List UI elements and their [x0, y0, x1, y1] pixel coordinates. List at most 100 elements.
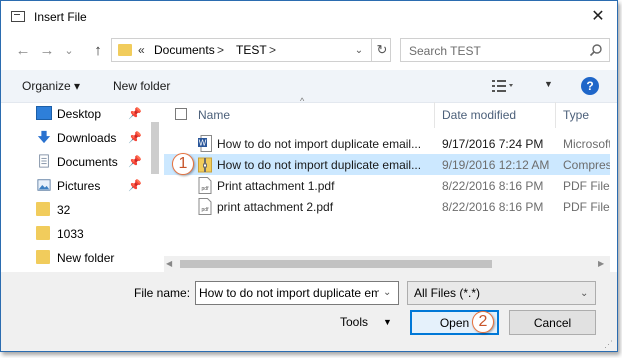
sidebar-item-downloads[interactable]: Downloads 📌: [36, 128, 146, 148]
file-type-filter-value: All Files (*.*): [414, 286, 481, 300]
sidebar-item-documents[interactable]: Documents 📌: [36, 152, 146, 172]
pictures-icon: [37, 179, 51, 191]
address-bar[interactable]: « Documents > TEST > ⌄ ↻: [111, 38, 391, 62]
command-bar: Organize ▾ New folder ▼ ?: [1, 70, 617, 103]
file-type: Compress: [563, 158, 610, 172]
pin-icon: 📌: [128, 108, 142, 120]
file-type: Microsoft: [563, 137, 610, 151]
word-doc-icon: W: [198, 135, 212, 152]
breadcrumb-separator-icon[interactable]: >: [269, 43, 276, 57]
window-title: Insert File: [34, 10, 87, 24]
file-name: How to do not import duplicate email...: [217, 158, 422, 172]
step-callout-2: 2: [472, 311, 494, 333]
close-button[interactable]: ✕: [583, 4, 613, 28]
file-row[interactable]: pdf Print attachment 1.pdf 8/22/2016 8:1…: [164, 175, 610, 196]
file-date: 9/17/2016 7:24 PM: [442, 137, 544, 151]
close-icon: ✕: [591, 8, 605, 25]
organize-button[interactable]: Organize ▾: [22, 79, 80, 93]
tools-dropdown-icon[interactable]: ▼: [383, 317, 392, 327]
back-button[interactable]: ←: [14, 40, 32, 60]
step-callout-1: 1: [172, 153, 194, 175]
sidebar-scrollbar[interactable]: [151, 122, 159, 174]
file-date: 8/22/2016 8:16 PM: [442, 200, 544, 214]
title-bar: Insert File ✕: [1, 1, 617, 32]
column-divider[interactable]: [434, 102, 435, 128]
sidebar-item-label: Desktop: [57, 107, 102, 121]
file-row[interactable]: pdf print attachment 2.pdf 8/22/2016 8:1…: [164, 196, 610, 217]
pin-icon: 📌: [128, 132, 142, 144]
file-name-label: File name:: [134, 286, 191, 300]
scroll-right-icon[interactable]: ▶: [598, 259, 604, 268]
file-date: 8/22/2016 8:16 PM: [442, 179, 544, 193]
sidebar-item-32[interactable]: 32: [36, 200, 146, 220]
breadcrumb-overflow-icon[interactable]: «: [138, 43, 145, 57]
sidebar-item-1033[interactable]: 1033: [36, 224, 146, 244]
refresh-icon[interactable]: ↻: [371, 39, 392, 61]
file-date: 9/19/2016 12:12 AM: [442, 158, 550, 172]
file-row-selected[interactable]: How to do not import duplicate email... …: [164, 154, 610, 175]
new-folder-button[interactable]: New folder: [113, 79, 170, 93]
svg-text:pdf: pdf: [202, 186, 210, 192]
select-all-checkbox[interactable]: [175, 108, 187, 120]
chevron-down-icon: ⌄: [64, 44, 74, 57]
cancel-button[interactable]: Cancel: [509, 310, 596, 335]
column-divider[interactable]: [555, 102, 556, 128]
search-icon: [589, 44, 602, 57]
horizontal-scrollbar[interactable]: ◀ ▶: [164, 256, 610, 272]
sidebar-item-label: Documents: [57, 155, 118, 169]
forward-arrow-icon: →: [39, 41, 55, 59]
folder-icon: [36, 226, 50, 240]
pdf-icon: pdf: [198, 198, 212, 215]
chevron-down-icon[interactable]: ⌄: [383, 287, 391, 298]
file-type-filter[interactable]: All Files (*.*) ⌄: [407, 281, 596, 305]
scroll-left-icon[interactable]: ◀: [166, 259, 172, 268]
pin-icon: 📌: [128, 180, 142, 192]
breadcrumb-documents[interactable]: Documents: [154, 43, 215, 57]
folder-icon: [36, 202, 50, 216]
view-dropdown-icon[interactable]: ▼: [544, 79, 553, 89]
up-button[interactable]: ↑: [89, 40, 107, 60]
file-name: How to do not import duplicate email...: [217, 137, 422, 151]
svg-text:pdf: pdf: [202, 207, 210, 213]
tools-button[interactable]: Tools: [340, 315, 368, 329]
sidebar-item-label: 32: [57, 203, 71, 217]
resize-grip-icon[interactable]: ⋰: [604, 339, 613, 350]
search-input[interactable]: Search TEST: [409, 44, 481, 58]
sidebar-item-new-folder[interactable]: New folder: [36, 248, 146, 268]
back-arrow-icon: ←: [15, 41, 31, 59]
column-header-name[interactable]: Name: [198, 108, 230, 122]
address-dropdown-icon[interactable]: ⌄: [350, 42, 368, 58]
search-box[interactable]: Search TEST: [400, 38, 610, 62]
column-header-type[interactable]: Type: [563, 108, 589, 122]
dialog-footer: File name: How to do not import duplicat…: [1, 272, 617, 351]
sidebar-item-label: Pictures: [57, 179, 101, 193]
chevron-down-icon[interactable]: ⌄: [580, 288, 588, 299]
forward-button[interactable]: →: [38, 40, 56, 60]
documents-icon: [39, 154, 49, 168]
breadcrumb-separator-icon[interactable]: >: [217, 43, 224, 57]
file-name-input[interactable]: How to do not import duplicate email: [199, 286, 379, 300]
breadcrumb-test[interactable]: TEST: [236, 43, 267, 57]
scrollbar-thumb[interactable]: [180, 260, 492, 268]
file-type: PDF File: [563, 200, 610, 214]
desktop-icon: [36, 106, 52, 120]
folder-icon: [36, 250, 50, 264]
pdf-icon: pdf: [198, 177, 212, 194]
sidebar-item-desktop[interactable]: Desktop 📌: [36, 104, 146, 124]
sort-ascending-icon: ^: [300, 96, 305, 106]
column-header-date-modified[interactable]: Date modified: [442, 108, 516, 122]
recent-locations-button[interactable]: ⌄: [60, 40, 78, 60]
file-row[interactable]: W How to do not import duplicate email..…: [164, 133, 610, 154]
file-name: Print attachment 1.pdf: [217, 179, 335, 193]
download-icon: [37, 130, 51, 144]
sidebar-item-label: Downloads: [57, 131, 117, 145]
view-options-icon[interactable]: [492, 79, 514, 93]
sidebar-item-pictures[interactable]: Pictures 📌: [36, 176, 146, 196]
help-icon[interactable]: ?: [581, 77, 599, 95]
file-name: print attachment 2.pdf: [217, 200, 334, 214]
file-name-field[interactable]: How to do not import duplicate email ⌄: [195, 281, 399, 305]
pin-icon: 📌: [128, 156, 142, 168]
sidebar-item-label: 1033: [57, 227, 84, 241]
folder-icon: [118, 44, 132, 56]
sidebar-item-label: New folder: [57, 251, 115, 265]
